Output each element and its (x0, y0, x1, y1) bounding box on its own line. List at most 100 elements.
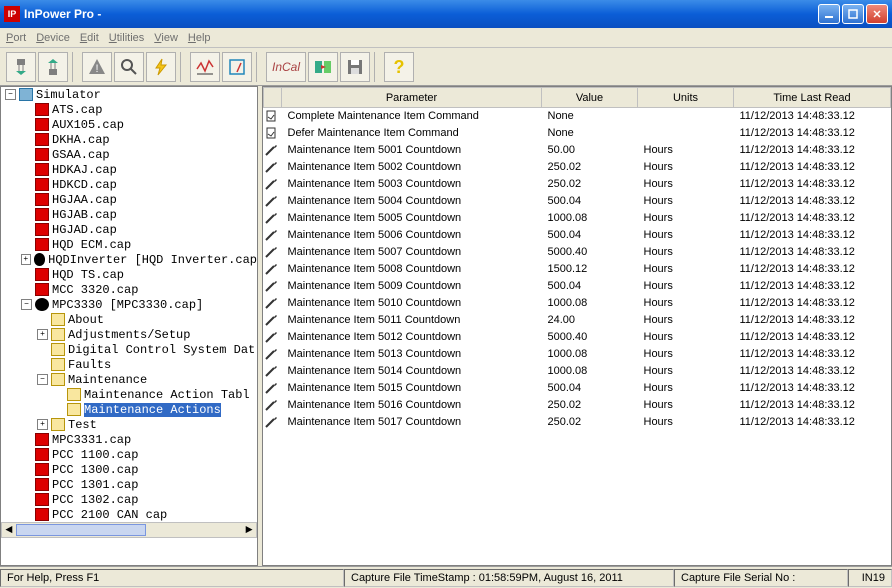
table-row[interactable]: Maintenance Item 5002 Countdown250.02Hou… (264, 159, 891, 176)
table-row[interactable]: Complete Maintenance Item CommandNone11/… (264, 108, 891, 125)
tool-transfer-icon[interactable] (308, 52, 338, 82)
menu-edit[interactable]: Edit (80, 32, 99, 44)
tree-root-simulator[interactable]: −Simulator (1, 87, 257, 102)
tree-hscroll[interactable]: ◄ ► (1, 522, 257, 538)
expander-icon[interactable]: + (37, 329, 48, 340)
tree-item[interactable]: PCC 2100 CAN cap (1, 507, 257, 522)
col-parameter[interactable]: Parameter (282, 88, 542, 108)
menu-help[interactable]: Help (188, 32, 211, 44)
table-row[interactable]: Maintenance Item 5008 Countdown1500.12Ho… (264, 261, 891, 278)
pencil-icon (264, 329, 282, 346)
tree-item[interactable]: PCC 1301.cap (1, 477, 257, 492)
table-row[interactable]: Maintenance Item 5016 Countdown250.02Hou… (264, 397, 891, 414)
expander-icon[interactable]: + (37, 419, 48, 430)
grid-pane[interactable]: Parameter Value Units Time Last Read Com… (262, 86, 892, 566)
table-row[interactable]: Defer Maintenance Item CommandNone11/12/… (264, 125, 891, 142)
tool-lightning-icon[interactable] (146, 52, 176, 82)
table-row[interactable]: Maintenance Item 5011 Countdown24.00Hour… (264, 312, 891, 329)
table-row[interactable]: Maintenance Item 5007 Countdown5000.40Ho… (264, 244, 891, 261)
tool-search-icon[interactable] (114, 52, 144, 82)
tree-item[interactable]: DKHA.cap (1, 132, 257, 147)
tree-item[interactable]: HDKAJ.cap (1, 162, 257, 177)
collapser-icon[interactable]: − (37, 374, 48, 385)
tree-item[interactable]: PCC 1302.cap (1, 492, 257, 507)
table-row[interactable]: Maintenance Item 5015 Countdown500.04Hou… (264, 380, 891, 397)
tree-item-test[interactable]: +Test (1, 417, 257, 432)
tree-item[interactable]: HGJAD.cap (1, 222, 257, 237)
maximize-button[interactable] (842, 4, 864, 24)
tree-item-maintenance[interactable]: −Maintenance (1, 372, 257, 387)
table-row[interactable]: Maintenance Item 5017 Countdown250.02Hou… (264, 414, 891, 431)
cell-units: Hours (638, 261, 734, 278)
table-row[interactable]: Maintenance Item 5014 Countdown1000.08Ho… (264, 363, 891, 380)
table-row[interactable]: Maintenance Item 5010 Countdown1000.08Ho… (264, 295, 891, 312)
tree-node-icon (34, 253, 46, 266)
tree-item-about[interactable]: About (1, 312, 257, 327)
menu-port[interactable]: Port (6, 32, 26, 44)
table-row[interactable]: Maintenance Item 5012 Countdown5000.40Ho… (264, 329, 891, 346)
tree-node-label: MPC3330 [MPC3330.cap] (52, 298, 203, 312)
tool-warning-icon[interactable]: ! (82, 52, 112, 82)
tree-item[interactable]: GSAA.cap (1, 147, 257, 162)
tree-node-icon (35, 508, 49, 521)
expander-icon[interactable]: + (21, 254, 31, 265)
cell-time: 11/12/2013 14:48:33.12 (734, 397, 891, 414)
status-in19: IN19 (848, 569, 892, 587)
table-row[interactable]: Maintenance Item 5001 Countdown50.00Hour… (264, 142, 891, 159)
tree-item-maint-action-table[interactable]: Maintenance Action Tabl (1, 387, 257, 402)
table-row[interactable]: Maintenance Item 5005 Countdown1000.08Ho… (264, 210, 891, 227)
tree-node-label: HDKCD.cap (52, 178, 117, 192)
tree-item[interactable]: HDKCD.cap (1, 177, 257, 192)
tree-node-icon (67, 403, 81, 416)
tree-node-label: HGJAB.cap (52, 208, 117, 222)
tool-meter-icon[interactable] (222, 52, 252, 82)
table-row[interactable]: Maintenance Item 5004 Countdown500.04Hou… (264, 193, 891, 210)
cell-parameter: Maintenance Item 5016 Countdown (282, 397, 542, 414)
menu-utilities[interactable]: Utilities (109, 32, 144, 44)
table-row[interactable]: Maintenance Item 5013 Countdown1000.08Ho… (264, 346, 891, 363)
cell-time: 11/12/2013 14:48:33.12 (734, 380, 891, 397)
table-row[interactable]: Maintenance Item 5006 Countdown500.04Hou… (264, 227, 891, 244)
tree-item[interactable]: PCC 1100.cap (1, 447, 257, 462)
cell-time: 11/12/2013 14:48:33.12 (734, 363, 891, 380)
col-value[interactable]: Value (542, 88, 638, 108)
minimize-button[interactable] (818, 4, 840, 24)
tool-disconnect-icon[interactable] (38, 52, 68, 82)
collapser-icon[interactable]: − (21, 299, 32, 310)
tree-item-mpc3330[interactable]: − MPC3330 [MPC3330.cap] (1, 297, 257, 312)
col-units[interactable]: Units (638, 88, 734, 108)
tree-item[interactable]: AUX105.cap (1, 117, 257, 132)
tree-item[interactable]: HQD TS.cap (1, 267, 257, 282)
cell-parameter: Maintenance Item 5009 Countdown (282, 278, 542, 295)
table-row[interactable]: Maintenance Item 5009 Countdown500.04Hou… (264, 278, 891, 295)
tree-item[interactable]: ATS.cap (1, 102, 257, 117)
cell-time: 11/12/2013 14:48:33.12 (734, 210, 891, 227)
tree-item-digitalcontrol[interactable]: Digital Control System Dat (1, 342, 257, 357)
col-icon[interactable] (264, 88, 282, 108)
tree-item[interactable]: MPC3331.cap (1, 432, 257, 447)
cell-value: 5000.40 (542, 244, 638, 261)
tree-item[interactable]: PCC 1300.cap (1, 462, 257, 477)
cell-units: Hours (638, 278, 734, 295)
tree-item-maint-actions[interactable]: Maintenance Actions (1, 402, 257, 417)
tree-item[interactable]: HQD ECM.cap (1, 237, 257, 252)
tool-connect-icon[interactable] (6, 52, 36, 82)
close-button[interactable] (866, 4, 888, 24)
tree-item-adjustments[interactable]: +Adjustments/Setup (1, 327, 257, 342)
tree-item[interactable]: HGJAA.cap (1, 192, 257, 207)
tool-chart-icon[interactable] (190, 52, 220, 82)
tool-save-icon[interactable] (340, 52, 370, 82)
tool-incal-icon[interactable]: InCal (266, 52, 306, 82)
tree-item[interactable]: MCC 3320.cap (1, 282, 257, 297)
tool-help-icon[interactable]: ? (384, 52, 414, 82)
table-row[interactable]: Maintenance Item 5003 Countdown250.02Hou… (264, 176, 891, 193)
tree-item-faults[interactable]: Faults (1, 357, 257, 372)
menu-device[interactable]: Device (36, 32, 70, 44)
menu-view[interactable]: View (154, 32, 178, 44)
cell-time: 11/12/2013 14:48:33.12 (734, 312, 891, 329)
tree-pane[interactable]: −SimulatorATS.capAUX105.capDKHA.capGSAA.… (0, 86, 258, 566)
tree-item-hqdinverter[interactable]: +HQDInverter [HQD Inverter.cap (1, 252, 257, 267)
col-timeread[interactable]: Time Last Read (734, 88, 891, 108)
collapser-icon[interactable]: − (5, 89, 16, 100)
tree-item[interactable]: HGJAB.cap (1, 207, 257, 222)
